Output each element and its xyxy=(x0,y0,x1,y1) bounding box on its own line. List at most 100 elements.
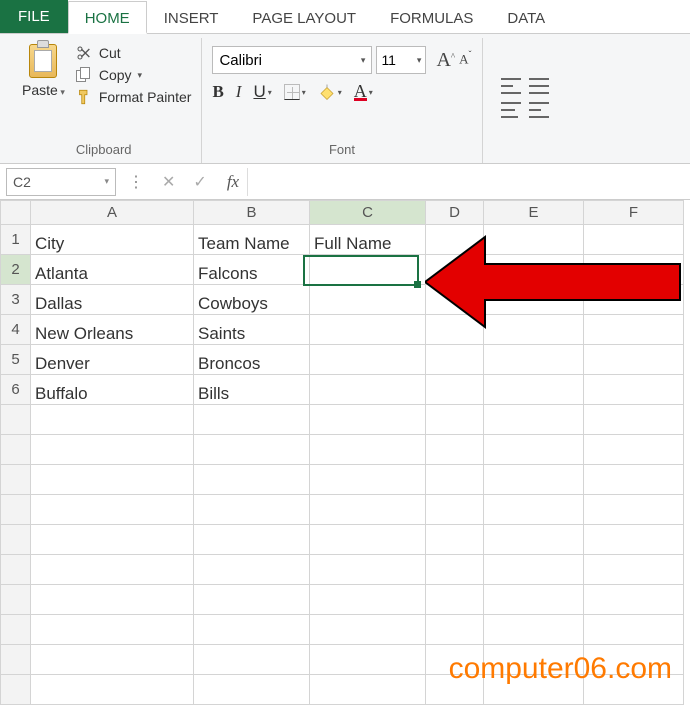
cell-d1[interactable] xyxy=(426,225,484,255)
cell[interactable] xyxy=(484,555,584,585)
decrease-font-button[interactable]: Aˇ xyxy=(459,49,471,72)
format-painter-button[interactable]: Format Painter xyxy=(75,88,192,106)
cell[interactable] xyxy=(584,525,684,555)
italic-button[interactable]: I xyxy=(236,82,242,102)
align-top-button[interactable] xyxy=(501,78,521,94)
cell[interactable] xyxy=(31,465,194,495)
font-color-button[interactable]: A▾ xyxy=(354,84,373,101)
cell[interactable] xyxy=(194,675,310,705)
cell[interactable] xyxy=(484,435,584,465)
cell-b2[interactable]: Falcons xyxy=(194,255,310,285)
row-header[interactable] xyxy=(1,435,31,465)
cell-b1[interactable]: Team Name xyxy=(194,225,310,255)
cell-c5[interactable] xyxy=(310,345,426,375)
cell[interactable] xyxy=(31,615,194,645)
cut-button[interactable]: Cut xyxy=(75,44,192,62)
cell[interactable] xyxy=(426,435,484,465)
cell-a4[interactable]: New Orleans xyxy=(31,315,194,345)
cell[interactable] xyxy=(484,525,584,555)
cell-d3[interactable] xyxy=(426,285,484,315)
row-header-3[interactable]: 3 xyxy=(1,285,31,315)
cell[interactable] xyxy=(194,525,310,555)
border-button[interactable]: ▾ xyxy=(284,84,306,100)
copy-button[interactable]: Copy ▾ xyxy=(75,66,192,84)
cell[interactable] xyxy=(31,525,194,555)
column-header-d[interactable]: D xyxy=(426,201,484,225)
row-header[interactable] xyxy=(1,585,31,615)
align-center-button[interactable] xyxy=(529,102,549,118)
cell[interactable] xyxy=(194,465,310,495)
cell[interactable] xyxy=(426,615,484,645)
cell[interactable] xyxy=(426,555,484,585)
accept-formula-button[interactable]: ✓ xyxy=(193,172,206,192)
row-header[interactable] xyxy=(1,405,31,435)
row-header[interactable] xyxy=(1,615,31,645)
cell[interactable] xyxy=(31,555,194,585)
worksheet-grid[interactable]: A B C D E F 1 City Team Name Full Name 2… xyxy=(0,200,690,705)
cell-d5[interactable] xyxy=(426,345,484,375)
cell[interactable] xyxy=(426,495,484,525)
cell[interactable] xyxy=(584,465,684,495)
cell-c6[interactable] xyxy=(310,375,426,405)
fx-button[interactable]: fx xyxy=(219,172,239,192)
cell-f6[interactable] xyxy=(584,375,684,405)
cell-b4[interactable]: Saints xyxy=(194,315,310,345)
cell[interactable] xyxy=(310,555,426,585)
column-header-a[interactable]: A xyxy=(31,201,194,225)
row-header-2[interactable]: 2 xyxy=(1,255,31,285)
bold-button[interactable]: B xyxy=(212,82,223,102)
cell-f2[interactable] xyxy=(584,255,684,285)
row-header[interactable] xyxy=(1,495,31,525)
row-header-1[interactable]: 1 xyxy=(1,225,31,255)
cell-e3[interactable] xyxy=(484,285,584,315)
row-header-6[interactable]: 6 xyxy=(1,375,31,405)
cell[interactable] xyxy=(194,435,310,465)
cell[interactable] xyxy=(584,585,684,615)
cell-f5[interactable] xyxy=(584,345,684,375)
row-header-5[interactable]: 5 xyxy=(1,345,31,375)
cell-e5[interactable] xyxy=(484,345,584,375)
cell-b6[interactable]: Bills xyxy=(194,375,310,405)
cell[interactable] xyxy=(484,585,584,615)
cell[interactable] xyxy=(31,645,194,675)
cell-b3[interactable]: Cowboys xyxy=(194,285,310,315)
name-box[interactable]: C2 ▾ xyxy=(6,168,116,196)
row-header[interactable] xyxy=(1,465,31,495)
row-header[interactable] xyxy=(1,645,31,675)
cell[interactable] xyxy=(484,405,584,435)
cell[interactable] xyxy=(310,495,426,525)
cell-f4[interactable] xyxy=(584,315,684,345)
cell[interactable] xyxy=(31,435,194,465)
align-middle-button[interactable] xyxy=(529,78,549,94)
tab-home[interactable]: HOME xyxy=(68,1,147,34)
cell-e1[interactable] xyxy=(484,225,584,255)
cell[interactable] xyxy=(584,435,684,465)
cell-a5[interactable]: Denver xyxy=(31,345,194,375)
cell[interactable] xyxy=(584,495,684,525)
cell[interactable] xyxy=(310,615,426,645)
cell[interactable] xyxy=(310,525,426,555)
tab-data[interactable]: DATA xyxy=(490,0,562,33)
column-header-b[interactable]: B xyxy=(194,201,310,225)
cell-e6[interactable] xyxy=(484,375,584,405)
tab-file[interactable]: FILE xyxy=(0,0,68,33)
cell-e4[interactable] xyxy=(484,315,584,345)
tab-formulas[interactable]: FORMULAS xyxy=(373,0,490,33)
cell[interactable] xyxy=(194,585,310,615)
cell[interactable] xyxy=(426,465,484,495)
cell-f1[interactable] xyxy=(584,225,684,255)
cell-a6[interactable]: Buffalo xyxy=(31,375,194,405)
cell-b5[interactable]: Broncos xyxy=(194,345,310,375)
row-header-4[interactable]: 4 xyxy=(1,315,31,345)
select-all-corner[interactable] xyxy=(1,201,31,225)
row-header[interactable] xyxy=(1,555,31,585)
cell-c4[interactable] xyxy=(310,315,426,345)
cell[interactable] xyxy=(310,675,426,705)
cell[interactable] xyxy=(584,405,684,435)
cell[interactable] xyxy=(584,555,684,585)
increase-font-button[interactable]: A^ xyxy=(436,49,455,72)
cell[interactable] xyxy=(310,405,426,435)
cell[interactable] xyxy=(31,675,194,705)
cell[interactable] xyxy=(194,555,310,585)
cell-d6[interactable] xyxy=(426,375,484,405)
